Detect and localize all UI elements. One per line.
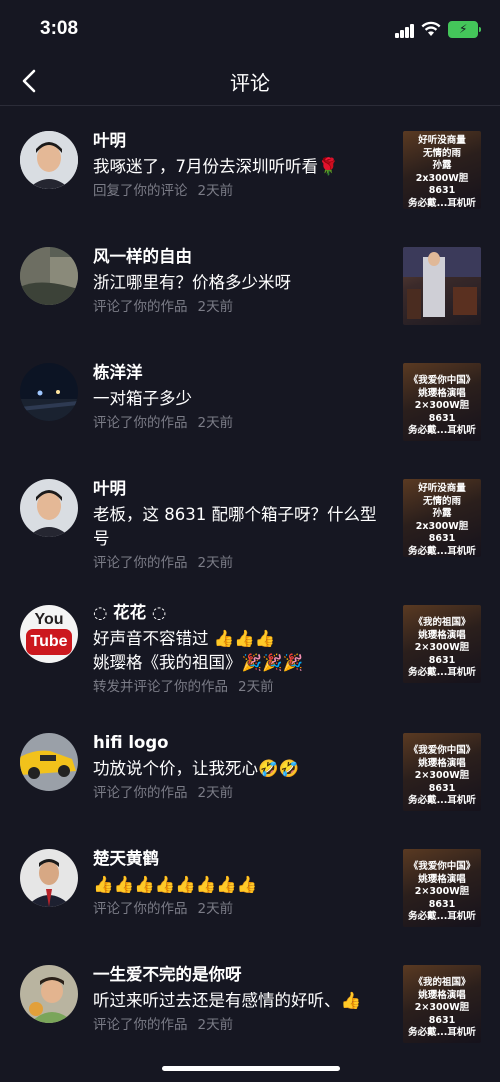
comment-text: 一对箱子多少 [93, 389, 192, 408]
avatar[interactable] [20, 849, 78, 907]
avatar[interactable] [20, 247, 78, 305]
user-name[interactable]: 风一样的自由 [93, 245, 385, 269]
comment-text: 老板，这 8631 配哪个箱子呀？什么型号 [93, 505, 377, 548]
comment-time: 2天前 [197, 555, 234, 571]
comment-meta: 评论了你的作品 2天前 [93, 783, 385, 803]
comment-action: 评论了你的作品 [93, 555, 188, 571]
cellular-signal-icon [395, 24, 415, 38]
comment-meta: 评论了你的作品 2天前 [93, 1015, 385, 1035]
thumbnail-caption: 《我的祖国》 姚璎格演唱 2×300W胆8631 务必戴...耳机听 [408, 977, 476, 1038]
thumbnail-caption: 《我的祖国》 姚璎格演唱 2×300W胆8631 务必戴...耳机听 [408, 617, 476, 678]
comment-time: 2天前 [238, 679, 274, 695]
video-thumbnail[interactable]: 《我的祖国》 姚璎格演唱 2×300W胆8631 务必戴...耳机听 [403, 605, 481, 683]
user-name[interactable]: 楚天黄鹤 [93, 847, 385, 871]
comment-meta: 评论了你的作品 2天前 [93, 899, 385, 919]
avatar[interactable] [20, 733, 78, 791]
comment-content: 叶明 我啄迷了，7月份去深圳听听看🌹 回复了你的评论 2天前 [93, 129, 385, 201]
comment-action: 回复了你的评论 [93, 183, 188, 199]
youtube-logo-tube: Tube [26, 629, 72, 655]
user-name[interactable]: 栋洋洋 [93, 361, 385, 385]
thumbnail-caption: 好听没商量 无情的雨 孙露 2x300W胆8631 务必戴...耳机听 [408, 483, 476, 557]
comment-action: 评论了你的作品 [93, 785, 188, 801]
battery-charging-icon: ⚡ [448, 21, 481, 38]
comment-action: 评论了你的作品 [93, 901, 188, 917]
page-title: 评论 [230, 71, 270, 95]
video-thumbnail[interactable]: 好听没商量 无情的雨 孙露 2x300W胆8631 务必戴...耳机听 [403, 131, 481, 209]
avatar-youtube-logo[interactable]: You Tube [20, 605, 78, 663]
comment-content: ◌ 花花 ◌ 好声音不容错过 👍👍👍 姚璎格《我的祖国》🎉🎉🎉 转发并评论了你的… [93, 601, 385, 697]
thumbnail-caption: 好听没商量 无情的雨 孙露 2x300W胆8631 务必戴...耳机听 [408, 135, 476, 209]
avatar[interactable] [20, 965, 78, 1023]
user-name[interactable]: hifi logo [93, 731, 385, 755]
comment-text: 浙江哪里有？价格多少米呀 [93, 273, 291, 292]
comment-content: 楚天黄鹤 👍👍👍👍👍👍👍👍 评论了你的作品 2天前 [93, 847, 385, 919]
comment-text: 好声音不容错过 👍👍👍 姚璎格《我的祖国》🎉🎉🎉 [93, 629, 304, 672]
comment-content: hifi logo 功放说个价，让我死心🤣🤣 评论了你的作品 2天前 [93, 731, 385, 803]
comment-text: 我啄迷了，7月份去深圳听听看🌹 [93, 157, 339, 176]
video-thumbnail[interactable]: 《我爱你中国》 姚璎格演唱 2×300W胆8631 务必戴...耳机听 [403, 849, 481, 927]
user-name[interactable]: 叶明 [93, 477, 385, 501]
video-thumbnail[interactable] [403, 247, 481, 325]
video-thumbnail[interactable]: 好听没商量 无情的雨 孙露 2x300W胆8631 务必戴...耳机听 [403, 479, 481, 557]
thumbnail-caption: 《我爱你中国》 姚璎格演唱 2×300W胆8631 务必戴...耳机听 [408, 375, 476, 436]
wifi-icon [421, 21, 441, 37]
comment-content: 一生爱不完的是你呀 听过来听过去还是有感情的好听、👍 评论了你的作品 2天前 [93, 963, 385, 1035]
comment-text: 功放说个价，让我死心🤣🤣 [93, 759, 300, 778]
status-bar: 3:08 ⚡ [0, 0, 500, 60]
home-indicator[interactable] [162, 1066, 340, 1071]
comment-meta: 评论了你的作品 2天前 [93, 413, 385, 433]
comment-content: 栋洋洋 一对箱子多少 评论了你的作品 2天前 [93, 361, 385, 433]
comment-time: 2天前 [197, 901, 234, 917]
comment-meta: 回复了你的评论 2天前 [93, 181, 385, 201]
thumbnail-caption: 《我爱你中国》 姚璎格演唱 2×300W胆8631 务必戴...耳机听 [408, 745, 476, 806]
comment-content: 叶明 老板，这 8631 配哪个箱子呀？什么型号 评论了你的作品 2天前 [93, 477, 385, 573]
avatar[interactable] [20, 479, 78, 537]
youtube-logo-you: You [34, 611, 64, 628]
avatar[interactable] [20, 131, 78, 189]
comment-action: 评论了你的作品 [93, 299, 188, 315]
comment-content: 风一样的自由 浙江哪里有？价格多少米呀 评论了你的作品 2天前 [93, 245, 385, 317]
comment-text: 听过来听过去还是有感情的好听、👍 [93, 991, 362, 1010]
comment-action: 评论了你的作品 [93, 1017, 188, 1033]
status-time: 3:08 [40, 18, 79, 39]
comment-meta: 评论了你的作品 2天前 [93, 553, 385, 573]
video-thumbnail[interactable]: 《我的祖国》 姚璎格演唱 2×300W胆8631 务必戴...耳机听 [403, 965, 481, 1043]
user-name[interactable]: ◌ 花花 ◌ [93, 601, 385, 625]
comment-text: 👍👍👍👍👍👍👍👍 [93, 875, 258, 894]
avatar[interactable] [20, 363, 78, 421]
navigation-header: 评论 [0, 56, 500, 106]
comment-action: 评论了你的作品 [93, 415, 188, 431]
comment-time: 2天前 [197, 299, 234, 315]
comment-meta: 转发并评论了你的作品 2天前 [93, 677, 385, 697]
comment-meta: 评论了你的作品 2天前 [93, 297, 385, 317]
comment-action: 转发并评论了你的作品 [93, 679, 228, 695]
comment-time: 2天前 [197, 1017, 234, 1033]
comment-time: 2天前 [197, 183, 234, 199]
user-name[interactable]: 叶明 [93, 129, 385, 153]
comment-time: 2天前 [197, 415, 234, 431]
video-thumbnail[interactable]: 《我爱你中国》 姚璎格演唱 2×300W胆8631 务必戴...耳机听 [403, 363, 481, 441]
video-thumbnail[interactable]: 《我爱你中国》 姚璎格演唱 2×300W胆8631 务必戴...耳机听 [403, 733, 481, 811]
thumbnail-caption: 《我爱你中国》 姚璎格演唱 2×300W胆8631 务必戴...耳机听 [408, 861, 476, 922]
user-name[interactable]: 一生爱不完的是你呀 [93, 963, 385, 987]
comment-time: 2天前 [197, 785, 234, 801]
thumbnail-image [403, 247, 481, 319]
